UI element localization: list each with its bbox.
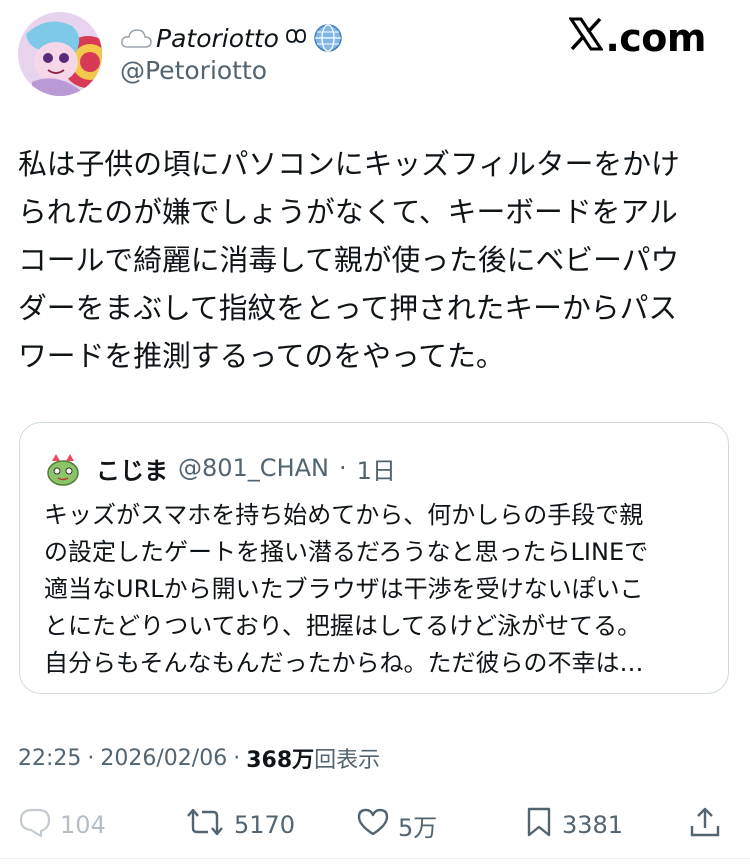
globe-icon [313,23,343,53]
retweet-count: 5170 [234,811,296,839]
tweet-text-line: られたのが嫌でしょうがなくて、キーボードをアル [18,195,678,229]
quoted-author-name[interactable]: こじま [96,451,168,486]
infinity-icon [283,24,309,53]
quoted-separator: · [338,454,347,482]
quoted-author-handle[interactable]: @801_CHAN [178,454,329,482]
quoted-tweet-header: こじま @801_CHAN · 1日 [44,449,396,487]
tweet-text: 私は子供の頃にパソコンにキッズフィルターをかけ られたのが嫌でしょうがなくて、キ… [18,140,732,380]
like-count: 5万 [398,813,438,842]
reply-button[interactable]: 104 [18,802,106,848]
quoted-text-line: 適当なURLから開いたブラウザは干渉を受けないぽいこ [44,575,644,603]
tweet-text-line: 私は子供の頃にパソコンにキッズフィルターをかけ [18,147,680,181]
quoted-tweet-card[interactable]: こじま @801_CHAN · 1日 キッズがスマホを持ち始めてから、何かしらの… [19,422,729,694]
meta-separator: · [87,745,95,771]
views-label: 回表示 [314,748,381,773]
quoted-text-line: 自分らもそんなもんだったからね。ただ彼らの不幸は… [44,649,644,677]
retweet-button[interactable]: 5170 [184,802,295,848]
tweet-text-line: コールで綺麗に消毒して親が使った後にベビーパウ [18,243,680,277]
bookmark-icon [524,806,554,844]
tweet-actions: 104 5170 5万 3381 [0,802,750,848]
tweet-time[interactable]: 22:25 [18,746,81,771]
retweet-icon [184,807,226,843]
x-logo-icon [568,16,605,60]
bottom-divider [0,858,750,859]
author-avatar[interactable] [18,12,102,96]
author-name-row[interactable]: Patoriotto [120,20,343,56]
bookmark-count: 3381 [562,811,624,839]
share-icon [688,806,722,844]
quoted-tweet-text: キッズがスマホを持ち始めてから、何かしらの手段で親 の設定したゲートを掻い潜るだ… [44,497,708,682]
tweet-meta: 22:25 · 2026/02/06 · 368万回表示 [18,740,380,776]
author-display-name: Patoriotto [156,23,279,53]
quoted-text-line: の設定したゲートを掻い潜るだろうなと思ったらLINEで [44,538,649,566]
cloud-icon [120,27,152,49]
x-brand: .com [568,16,706,60]
quoted-text-line: とにたどりついており、把握はしてるけど泳がせてる。 [44,612,642,640]
quoted-timestamp[interactable]: 1日 [357,451,396,486]
quoted-author-avatar[interactable] [44,449,82,487]
meta-separator: · [233,745,241,771]
share-button[interactable] [688,802,722,848]
views-count: 368万 [246,748,315,773]
tweet-text-line: ワードを推測するってのをやってた。 [18,339,505,373]
reply-icon [18,807,52,843]
reply-count: 104 [60,811,106,839]
quoted-text-line: キッズがスマホを持ち始めてから、何かしらの手段で親 [44,501,644,529]
author-handle[interactable]: @Petoriotto [120,56,267,85]
heart-icon [356,807,390,843]
tweet-text-line: ダーをまぶして指紋をとって押されたキーからパス [18,291,678,325]
tweet-date[interactable]: 2026/02/06 [100,746,227,771]
brand-domain: .com [605,16,706,60]
bookmark-button[interactable]: 3381 [524,802,623,848]
like-button[interactable]: 5万 [356,802,437,848]
